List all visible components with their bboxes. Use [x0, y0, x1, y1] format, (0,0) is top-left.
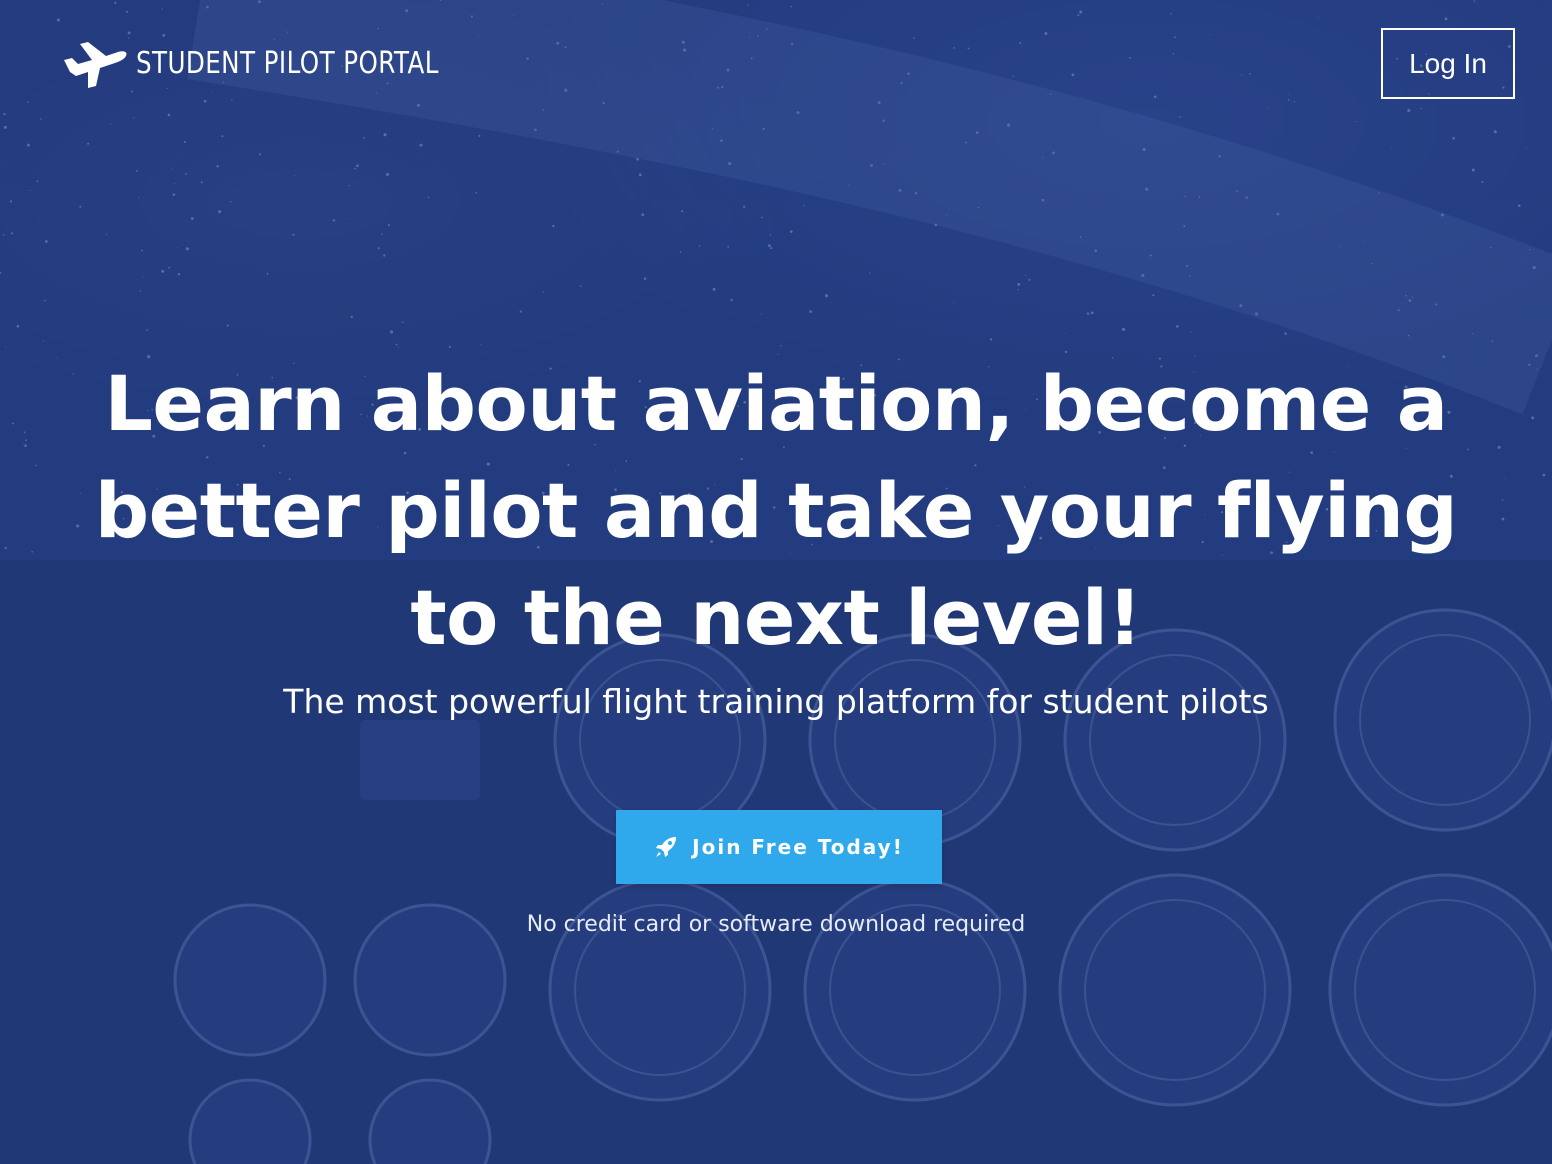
rocket-icon — [654, 835, 678, 859]
no-credit-card-note: No credit card or software download requ… — [526, 912, 1026, 937]
join-free-label: Join Free Today! — [692, 835, 904, 859]
hero-headline: Learn about aviation, become a better pi… — [94, 359, 1458, 662]
airplane-icon — [60, 38, 128, 88]
hero-subheadline: The most powerful flight training platfo… — [283, 682, 1269, 721]
brand-name: STUDENT PILOT PORTAL — [136, 45, 439, 81]
brand-logo[interactable]: STUDENT PILOT PORTAL — [60, 38, 505, 88]
top-navigation: STUDENT PILOT PORTAL Log In — [0, 0, 1552, 130]
login-button[interactable]: Log In — [1381, 28, 1515, 99]
join-free-button[interactable]: Join Free Today! — [616, 810, 942, 884]
